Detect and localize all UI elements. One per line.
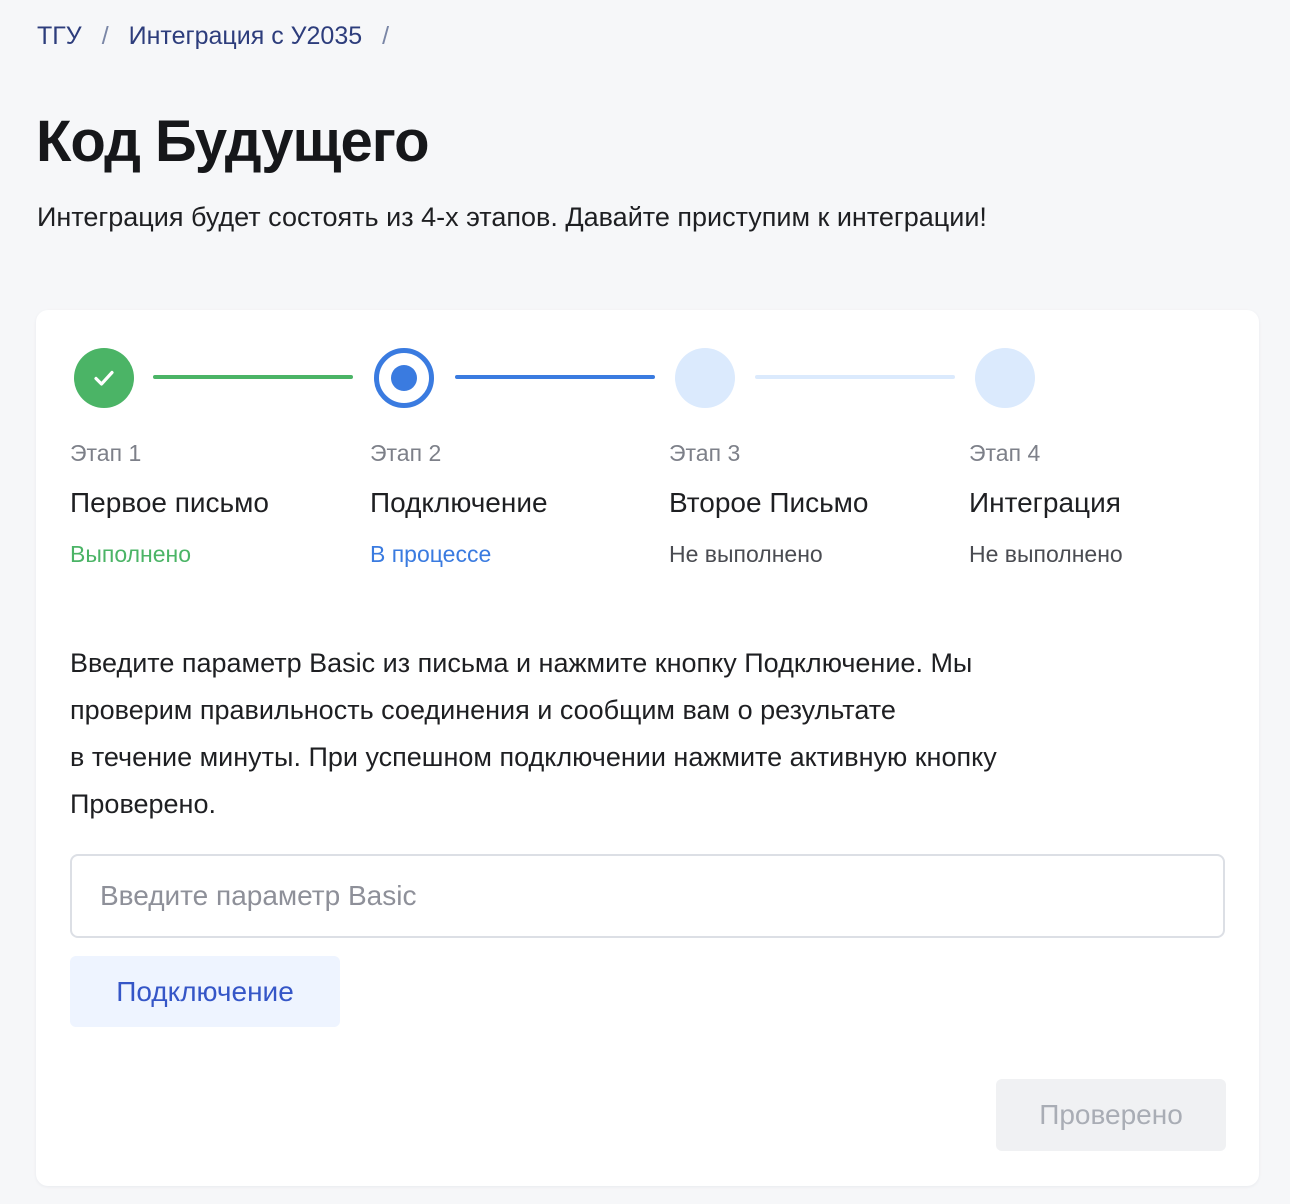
step-status: Не выполнено [969, 541, 1123, 567]
breadcrumb-item-integration[interactable]: Интеграция с У2035 [129, 22, 362, 51]
step-1-indicator [74, 348, 134, 408]
step-2: Этап 2 Подключение В процессе [370, 440, 650, 568]
connect-button[interactable]: Подключение [70, 956, 340, 1027]
step-connector-3 [755, 375, 955, 379]
instructions-line: Проверено. [70, 789, 216, 819]
step-4-indicator [975, 348, 1035, 408]
step-4: Этап 4 Интеграция Не выполнено [969, 440, 1249, 568]
breadcrumb-item-tgu[interactable]: ТГУ [37, 22, 82, 51]
step-3: Этап 3 Второе Письмо Не выполнено [669, 440, 949, 568]
page-title: Код Будущего [36, 109, 430, 174]
instructions-line: в течение минуты. При успешном подключен… [70, 742, 997, 772]
instructions-text: Введите параметр Basic из письма и нажми… [70, 640, 1180, 828]
step-1: Этап 1 Первое письмо Выполнено [70, 440, 350, 568]
radio-dot-icon [391, 365, 417, 391]
step-number: Этап 3 [669, 440, 741, 466]
step-2-indicator [374, 348, 434, 408]
integration-card: Этап 1 Первое письмо Выполнено Этап 2 По… [36, 310, 1259, 1186]
step-number: Этап 4 [969, 440, 1041, 466]
step-status: В процессе [370, 541, 492, 567]
step-connector-2 [455, 375, 655, 379]
step-connector-1 [153, 375, 353, 379]
check-icon [94, 370, 114, 386]
step-status: Не выполнено [669, 541, 823, 567]
step-title: Первое письмо [70, 487, 269, 518]
step-status: Выполнено [70, 541, 192, 567]
step-title: Подключение [370, 487, 548, 518]
basic-param-input[interactable] [70, 854, 1225, 938]
instructions-line: проверим правильность соединения и сообщ… [70, 695, 896, 725]
step-title: Интеграция [969, 487, 1121, 518]
breadcrumb: ТГУ / Интеграция с У2035 / [37, 22, 409, 51]
instructions-line: Введите параметр Basic из письма и нажми… [70, 648, 973, 678]
step-title: Второе Письмо [669, 487, 869, 518]
step-number: Этап 1 [70, 440, 142, 466]
step-number: Этап 2 [370, 440, 442, 466]
page-subtitle: Интеграция будет состоять из 4-х этапов.… [37, 202, 987, 232]
breadcrumb-separator: / [382, 22, 390, 50]
verified-button[interactable]: Проверено [996, 1079, 1226, 1151]
breadcrumb-separator: / [101, 22, 109, 50]
stepper: Этап 1 Первое письмо Выполнено Этап 2 По… [70, 348, 1220, 588]
step-3-indicator [675, 348, 735, 408]
